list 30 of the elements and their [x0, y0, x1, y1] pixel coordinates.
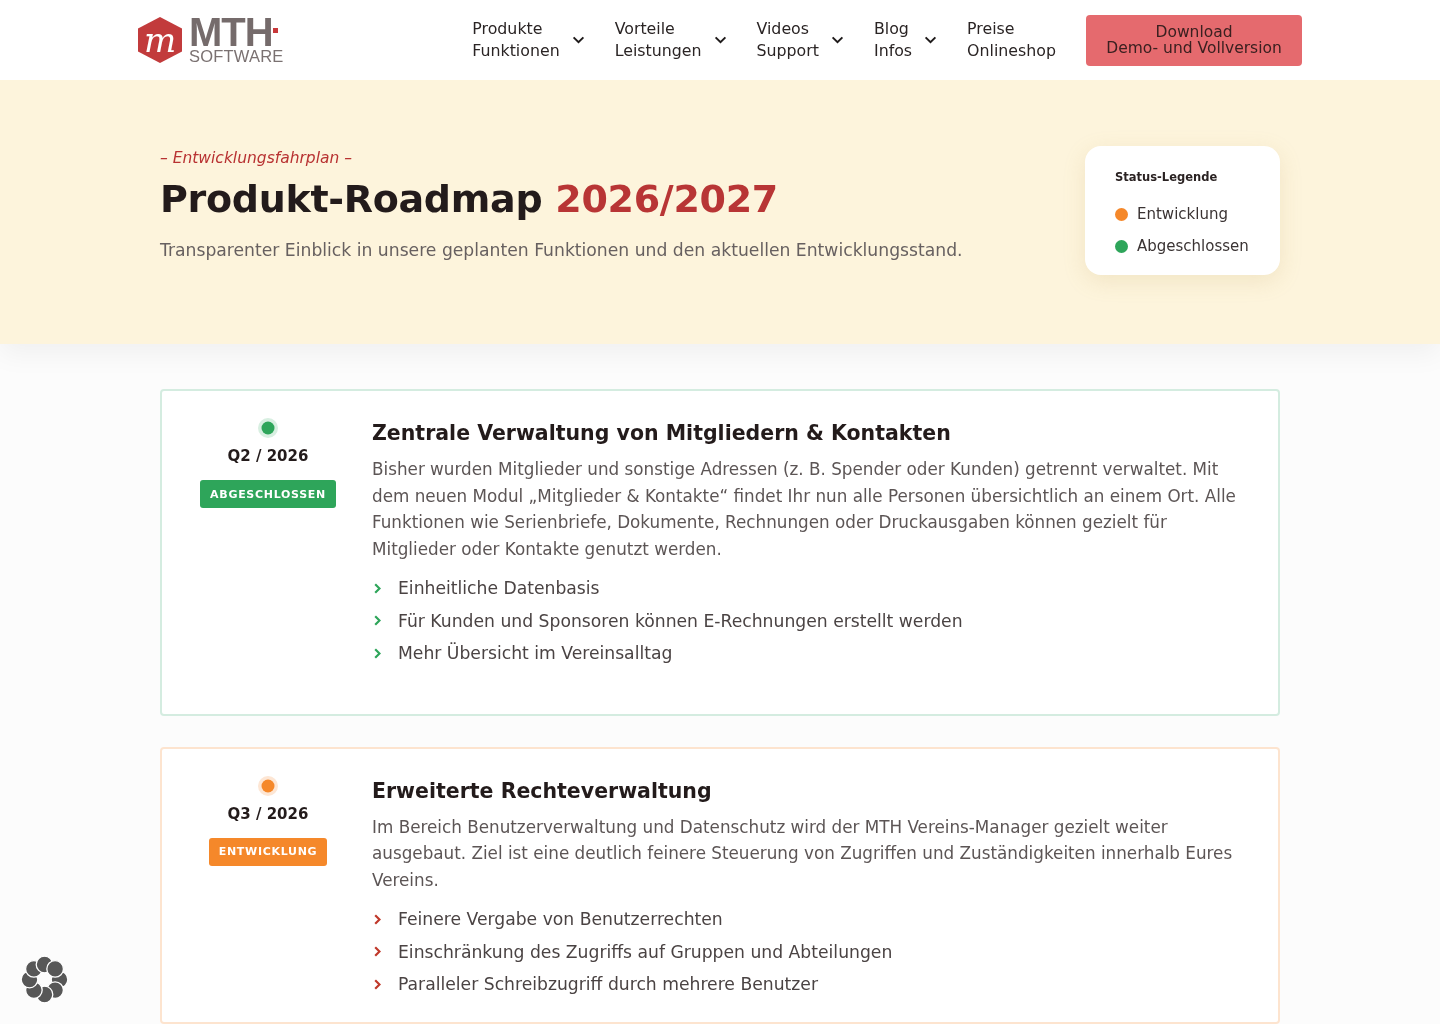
card-title: Erweiterte Rechteverwaltung	[372, 777, 713, 805]
nav-link[interactable]: Produkte Funktionen	[472, 18, 585, 62]
status-badge: ABGESCHLOSSEN	[200, 480, 336, 508]
logo-tagline: SOFTWARE	[189, 48, 284, 64]
card-description: Bisher wurden Mitglieder und sonstige Adressen (z. B. Spender oder Kunden) getrennt verwaltet. Mit dem neuen Modul „Mitglieder & Kontakte“ findet Ihr nun alle Personen übersichtlich an einem Ort. Alle Funktionen wie Serienbriefe, Dokumente, Rechnungen oder Druckausgaben können gezielt für Mitglieder oder Kontakte genutzt werden.	[372, 458, 1237, 561]
feature-point: Paralleler Schreibzugriff durch mehrere Benutzer	[398, 974, 818, 995]
feature-point: Einschränkung des Zugriffs auf Gruppen und Abteilungen	[398, 941, 893, 962]
legend-label: Abgeschlossen	[1137, 237, 1249, 255]
download-button[interactable]: Download Demo- und Vollversion	[1086, 14, 1302, 66]
legend-label: Entwicklung	[1137, 205, 1228, 223]
nav-link[interactable]: Blog Infos	[873, 18, 938, 62]
page-title: Produkt-Roadmap 2026/2027	[160, 176, 779, 223]
logo-wordmark[interactable]: MTH	[189, 16, 273, 48]
status-badge: ENTWICKLUNG	[208, 837, 328, 866]
nav-link[interactable]: Videos Support	[756, 18, 844, 62]
page-subtitle: Transparenter Einblick in unsere geplanten Funktionen und den aktuellen Entwicklungsstand.	[160, 239, 963, 262]
quarter-label: Q2 / 2026	[227, 446, 309, 466]
logo-mark[interactable]: m	[138, 17, 182, 63]
swirl-ring-icon[interactable]	[20, 955, 69, 1004]
legend-title: Status-Legende	[1115, 169, 1219, 185]
feature-point: Für Kunden und Sponsoren können E-Rechnungen erstellt werden	[398, 610, 963, 631]
quarter-label: Q3 / 2026	[227, 803, 309, 824]
nav-link[interactable]: Preise Onlineshop	[967, 18, 1056, 62]
feature-point: Mehr Übersicht im Vereinsalltag	[398, 643, 673, 664]
card-title: Zentrale Verwaltung von Mitgliedern & Kontakten	[372, 420, 952, 447]
eyebrow-text: – Entwicklungsfahrplan –	[160, 148, 354, 168]
nav-link[interactable]: Vorteile Leistungen	[614, 18, 727, 62]
feature-point: Feinere Vergabe von Benutzerrechten	[398, 909, 723, 930]
feature-point: Einheitliche Datenbasis	[398, 578, 600, 599]
card-description: Im Bereich Benutzerverwaltung und Datenschutz wird der MTH Vereins-Manager gezielt weiter ausgebaut. Ziel ist eine deutlich feinere Steuerung von Zugriffen und Zuständigkeiten innerhalb Eures Vereins.	[372, 815, 1234, 892]
